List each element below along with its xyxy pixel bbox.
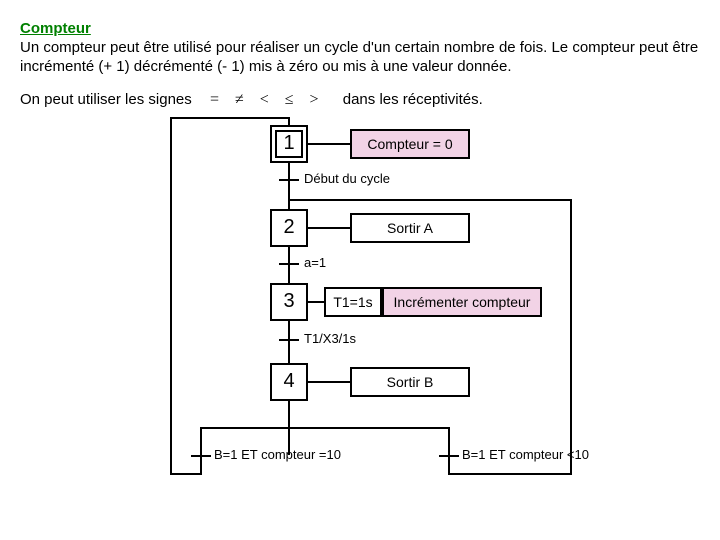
branch-right-label: B=1 ET compteur <10: [462, 447, 589, 462]
intro-paragraph: Un compteur peut être utilisé pour réali…: [20, 39, 700, 77]
transition-2-bar: [279, 263, 299, 265]
branch-right-connect: [448, 473, 572, 475]
step-2-link: [308, 227, 350, 229]
comparison-signs: = ≠ < ≤ >: [196, 91, 339, 108]
step-1-number: 1: [283, 132, 294, 155]
loop-top-left: [170, 117, 290, 119]
transition-3-label: T1/X3/1s: [304, 331, 356, 346]
step-3-action-pre: T1=1s: [324, 287, 382, 317]
step-1-action: Compteur = 0: [350, 129, 470, 159]
step-3-number: 3: [283, 290, 294, 313]
step-3-action-text: Incrémenter compteur: [394, 294, 531, 310]
step-2-action-text: Sortir A: [387, 220, 433, 236]
branch-right-post: [448, 455, 450, 473]
step-3-action: Incrémenter compteur: [382, 287, 542, 317]
step-3-box: 3: [270, 283, 308, 321]
step-2-action: Sortir A: [350, 213, 470, 243]
loop-left-vertical: [170, 117, 172, 473]
step-4-action: Sortir B: [350, 367, 470, 397]
signs-after: dans les réceptivités.: [343, 91, 483, 108]
signs-paragraph: On peut utiliser les signes = ≠ < ≤ > da…: [20, 91, 700, 109]
transition-1-bar: [279, 179, 299, 181]
section-title: Compteur: [20, 20, 700, 37]
step-3-link: [308, 301, 324, 303]
step-1-action-text: Compteur = 0: [367, 136, 452, 152]
transition-1-label: Début du cycle: [304, 171, 390, 186]
branch-left-vertical: [200, 427, 202, 455]
step-4-action-text: Sortir B: [387, 374, 434, 390]
signs-before: On peut utiliser les signes: [20, 91, 192, 108]
transition-2-label: a=1: [304, 255, 326, 270]
transition-3-bar: [279, 339, 299, 341]
step-1-box: 1: [270, 125, 308, 163]
step-2-box: 2: [270, 209, 308, 247]
branch-left-label: B=1 ET compteur =10: [214, 447, 341, 462]
loop-top-right: [288, 199, 572, 201]
branch-left-connect: [170, 473, 202, 475]
step-2-number: 2: [283, 216, 294, 239]
grafcet-diagram: 1 Compteur = 0 Début du cycle 2 Sortir A…: [140, 117, 680, 487]
step-4-box: 4: [270, 363, 308, 401]
branch-left-post: [200, 455, 202, 473]
branch-right-vertical: [448, 427, 450, 455]
step-4-number: 4: [283, 370, 294, 393]
or-divergence-bar: [200, 427, 450, 429]
loop-right-vertical: [570, 199, 572, 473]
step-4-link: [308, 381, 350, 383]
step-1-link: [308, 143, 350, 145]
step-3-action-pre-text: T1=1s: [333, 294, 372, 310]
